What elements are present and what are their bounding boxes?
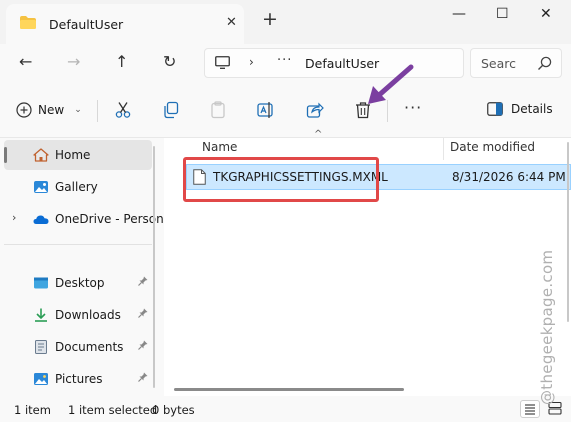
status-bar: 1 item 1 item selected 0 bytes bbox=[0, 396, 571, 422]
chevron-down-icon: ⌄ bbox=[74, 105, 82, 115]
sidebar-item-label: Downloads bbox=[55, 308, 121, 322]
paste-icon[interactable] bbox=[209, 101, 227, 119]
details-view-button[interactable] bbox=[520, 400, 540, 418]
new-label: New bbox=[38, 103, 65, 117]
cut-icon[interactable] bbox=[114, 101, 132, 119]
computer-icon bbox=[215, 56, 230, 69]
list-view-icon bbox=[525, 404, 535, 415]
search-input[interactable]: Searc bbox=[481, 56, 516, 71]
vertical-scrollbar[interactable] bbox=[567, 142, 569, 322]
maximize-button[interactable]: ☐ bbox=[496, 6, 509, 22]
sidebar-item-documents[interactable]: Documents bbox=[4, 332, 152, 362]
sidebar-item-label: Desktop bbox=[55, 276, 105, 290]
divider bbox=[387, 100, 388, 122]
sidebar-scrollbar[interactable] bbox=[153, 146, 155, 388]
address-overflow-button[interactable]: ··· bbox=[277, 53, 292, 68]
up-button[interactable]: ↑ bbox=[115, 52, 128, 71]
copy-icon[interactable] bbox=[162, 101, 180, 119]
sidebar-item-gallery[interactable]: Gallery bbox=[4, 172, 152, 202]
onedrive-icon bbox=[33, 215, 49, 224]
sidebar-item-home[interactable]: Home bbox=[4, 140, 152, 170]
close-button[interactable]: ✕ bbox=[540, 6, 552, 22]
back-button[interactable]: ← bbox=[19, 52, 32, 71]
command-bar: New ⌄ ··· Details bbox=[0, 84, 571, 138]
sidebar-item-label: Documents bbox=[55, 340, 124, 354]
address-current-folder[interactable]: DefaultUser bbox=[305, 56, 379, 71]
close-tab-icon[interactable]: ✕ bbox=[226, 15, 237, 30]
tab-defaultuser[interactable]: DefaultUser ✕ bbox=[6, 4, 244, 44]
pin-icon[interactable] bbox=[138, 340, 148, 353]
sort-caret-icon: ^ bbox=[314, 129, 323, 140]
file-date-modified: 8/31/2026 6:44 PM bbox=[452, 170, 566, 184]
share-icon[interactable] bbox=[306, 101, 324, 119]
pin-icon[interactable] bbox=[138, 308, 148, 321]
sidebar-item-label: OneDrive - Person bbox=[55, 212, 164, 226]
pin-icon[interactable] bbox=[138, 372, 148, 385]
column-header-name[interactable]: Name bbox=[202, 140, 237, 154]
address-bar[interactable]: › ··· DefaultUser bbox=[204, 48, 464, 78]
downloads-icon bbox=[35, 308, 47, 322]
sidebar-item-onedrive[interactable]: › OneDrive - Person bbox=[4, 204, 164, 234]
search-icon bbox=[538, 56, 552, 70]
horizontal-scrollbar[interactable] bbox=[174, 388, 404, 391]
sidebar-item-label: Gallery bbox=[55, 180, 98, 194]
title-bar: DefaultUser ✕ + — ☐ ✕ bbox=[0, 0, 571, 44]
refresh-button[interactable]: ↻ bbox=[163, 52, 176, 71]
home-icon bbox=[33, 148, 49, 162]
see-more-button[interactable]: ··· bbox=[404, 98, 422, 117]
chevron-right-icon[interactable]: › bbox=[249, 55, 254, 69]
new-button[interactable]: New ⌄ bbox=[16, 102, 82, 118]
column-divider[interactable] bbox=[443, 138, 444, 160]
details-label: Details bbox=[511, 102, 553, 116]
desktop-icon bbox=[34, 277, 48, 289]
watermark: @thegeekpage.com bbox=[538, 249, 556, 405]
column-header-date-modified[interactable]: Date modified bbox=[450, 140, 535, 154]
expand-chevron-icon[interactable]: › bbox=[12, 211, 16, 224]
new-tab-button[interactable]: + bbox=[262, 10, 278, 29]
navigation-pane: Home Gallery › OneDrive - Person Desktop bbox=[0, 138, 164, 396]
add-icon bbox=[16, 102, 32, 118]
tab-title: DefaultUser bbox=[49, 17, 124, 32]
item-count: 1 item bbox=[14, 403, 51, 417]
sidebar-item-label: Home bbox=[55, 148, 91, 162]
sidebar-item-pictures[interactable]: Pictures bbox=[4, 364, 152, 394]
annotation-highlight-box bbox=[183, 157, 379, 202]
divider bbox=[4, 244, 152, 245]
selection-size: 0 bytes bbox=[152, 403, 195, 417]
pin-icon[interactable] bbox=[138, 276, 148, 289]
documents-icon bbox=[35, 340, 47, 354]
minimize-button[interactable]: — bbox=[452, 6, 466, 22]
sidebar-item-downloads[interactable]: Downloads bbox=[4, 300, 152, 330]
details-pane-icon bbox=[487, 102, 503, 116]
delete-icon[interactable] bbox=[354, 101, 372, 119]
rename-icon[interactable] bbox=[257, 101, 275, 119]
details-button[interactable]: Details bbox=[487, 102, 553, 116]
selected-info: 1 item selected bbox=[68, 403, 158, 417]
folder-icon bbox=[20, 16, 36, 29]
divider bbox=[97, 100, 98, 122]
forward-button[interactable]: → bbox=[67, 52, 80, 71]
pictures-icon bbox=[34, 373, 48, 385]
search-box[interactable]: Searc bbox=[470, 48, 562, 78]
sidebar-item-label: Pictures bbox=[55, 372, 103, 386]
gallery-icon bbox=[34, 181, 48, 193]
sidebar-item-desktop[interactable]: Desktop bbox=[4, 268, 152, 298]
navigation-bar: ← → ↑ ↻ › ··· DefaultUser Searc bbox=[0, 44, 571, 84]
